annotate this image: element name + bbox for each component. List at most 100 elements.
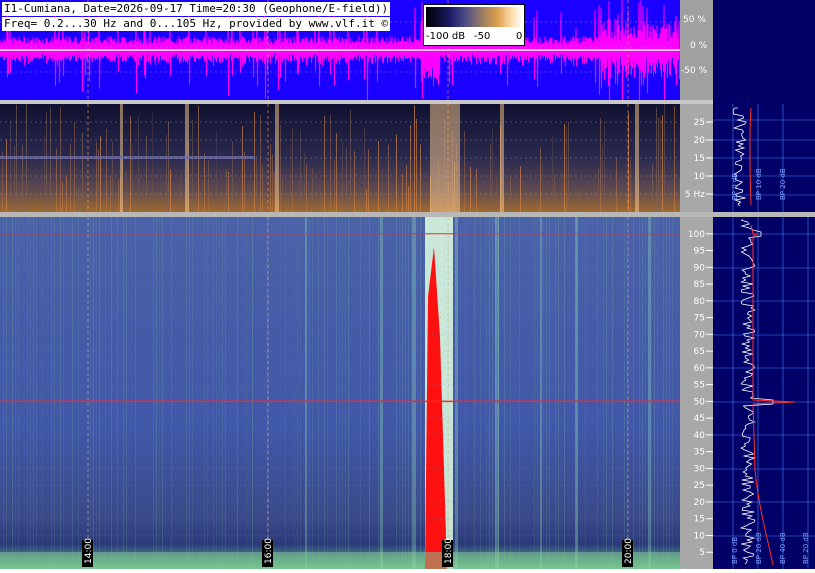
spectrogram-streak (60, 217, 61, 569)
spectrogram-streak (510, 177, 511, 212)
spectrogram-streak (242, 126, 243, 212)
spectrogram-streak (192, 217, 193, 569)
spectrogram-streak (54, 217, 55, 569)
spectrogram-streak (63, 217, 64, 569)
spectrogram-streak (654, 217, 655, 569)
spectrogram-streak (27, 217, 28, 569)
spectrogram-streak (334, 159, 335, 212)
spectrogram-streak (656, 107, 657, 212)
spectrogram-streak (555, 217, 556, 569)
upper-spectrum-tick-label: BP 10 dB (755, 168, 763, 200)
waveform-axis: 50 % 0 % -50 % (680, 0, 713, 100)
lower-spectrum-tick-label: BP 20 dB (755, 532, 763, 564)
spectrogram-streak (342, 217, 343, 569)
spectrogram-streak (406, 165, 407, 212)
spectrogram-streak (138, 116, 139, 212)
spectrogram-streak (354, 150, 355, 212)
spectrogram-streak (72, 217, 73, 569)
spectrogram-streak (489, 217, 490, 569)
spectrogram-streak (30, 217, 31, 569)
low-freq-axis: 25 20 15 10 5 Hz (680, 104, 713, 212)
spectrum-divider (713, 212, 815, 217)
spectrogram-streak (118, 179, 119, 212)
spectrogram-streak (402, 217, 403, 569)
spectrogram-streak (490, 143, 491, 212)
axis-tick-label: 50 (694, 397, 706, 407)
spectrogram-streak (192, 119, 193, 212)
spectrogram-streak (96, 142, 97, 212)
spectrogram-burst (412, 217, 416, 569)
spectrogram-streak (339, 217, 340, 569)
spectrogram-streak (324, 116, 325, 212)
spectrogram-streak (15, 217, 16, 569)
spectrogram-streak (132, 145, 133, 212)
spectrogram-streak (123, 217, 124, 569)
spectrogram-streak (204, 153, 205, 212)
axis-tick-label: 20 (694, 136, 706, 146)
spectrogram-streak (237, 217, 238, 569)
spectrogram-streak (225, 217, 226, 569)
spectrogram-streak (549, 217, 550, 569)
spectrogram-streak (189, 217, 190, 569)
spectrogram-streak (51, 217, 52, 569)
station-title: I1-Cumiana, Date=2026-09-17 Time=20:30 (… (2, 2, 391, 16)
full-axis: 100 95 90 85 80 75 70 65 60 55 50 45 40 35 30 25 20 15 10 5 (680, 217, 713, 569)
spectrogram-streak (350, 110, 351, 212)
spectrogram-streak (309, 217, 310, 569)
spectrogram-streak (216, 217, 217, 569)
spectrogram-streak (135, 217, 136, 569)
spectrogram-streak (348, 217, 349, 569)
spectrogram-streak (6, 217, 7, 569)
spectrogram-streak (156, 217, 157, 569)
time-label: 20:00 (624, 538, 634, 564)
spectrogram-streak (645, 217, 646, 569)
spectrogram-streak (260, 115, 261, 212)
spectrogram-streak (552, 135, 553, 212)
spectrogram-streak (657, 217, 658, 569)
axis-tick-label: 5 Hz (685, 190, 705, 200)
colorbar-min: -100 dB (426, 31, 466, 42)
spectrogram-streak (280, 124, 281, 212)
spectrogram-streak (330, 114, 331, 212)
spectrogram-streak (228, 171, 229, 212)
spectrogram-streak (597, 217, 598, 569)
spectrogram-streak (292, 128, 293, 212)
spectrogram-streak (166, 134, 167, 212)
spectrogram-streak (486, 217, 487, 569)
upper-spectrum-tick-label: BP 0 dB (731, 173, 739, 200)
spectrogram-streak (300, 129, 301, 212)
axis-tick-label: 70 (694, 330, 706, 340)
spectrogram-streak (96, 217, 97, 569)
spectrogram-streak (642, 217, 643, 569)
spectrogram-streak (369, 217, 370, 569)
frequency-info: Freq= 0.2...30 Hz and 0...105 Hz, provid… (2, 17, 391, 31)
spectrogram-streak (168, 121, 169, 212)
spectrogram-streak (476, 169, 477, 212)
spectrogram-streak (12, 217, 13, 569)
spectrogram-streak (519, 217, 520, 569)
spectrogram-streak (474, 177, 475, 212)
spectrogram-streak (568, 121, 569, 212)
spectrogram-streak (117, 217, 118, 569)
spectrogram-streak (470, 166, 471, 212)
spectrogram-streak (366, 189, 367, 212)
spectrogram-streak (318, 217, 319, 569)
spectrogram-streak (336, 217, 337, 569)
spectrogram-streak (566, 126, 567, 212)
spectrogram-streak (294, 217, 295, 569)
spectrogram-burst (305, 217, 307, 569)
full-spectrogram-plot: 14:00 16:00 18:00 20:00 (0, 217, 680, 569)
spectrogram-streak (44, 136, 45, 212)
lower-spectrum-tick-label: BP 40 dB (779, 532, 787, 564)
axis-tick-label: 60 (694, 364, 706, 374)
spectrogram-streak (204, 217, 205, 569)
spectrogram-streak (606, 217, 607, 569)
spectrogram-streak (564, 124, 565, 212)
spectrogram-streak (285, 217, 286, 569)
spectrogram-streak (306, 164, 307, 212)
colorbar-mid: -50 (474, 31, 491, 42)
spectrogram-streak (662, 115, 663, 212)
spectrogram-streak (336, 133, 337, 212)
spectrogram-streak (396, 217, 397, 569)
spectrogram-streak (480, 217, 481, 569)
